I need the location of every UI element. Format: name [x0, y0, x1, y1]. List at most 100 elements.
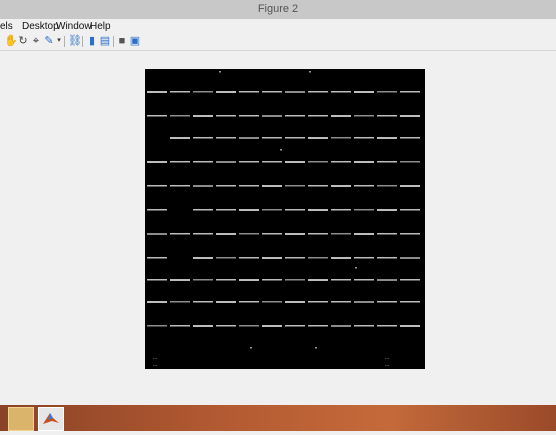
dash-segment: [377, 257, 397, 259]
link-plot-icon[interactable]: ⛓: [68, 35, 82, 47]
rotate-icon[interactable]: ↻: [17, 35, 29, 47]
dash-segment: [239, 325, 259, 327]
dash-segment: [400, 137, 420, 139]
dash-segment: [331, 233, 351, 235]
dash-segment: [400, 185, 420, 187]
dash-segment: [285, 185, 305, 187]
dash-segment: [147, 91, 167, 93]
bottom-left-text-1: ...: [153, 355, 157, 361]
dash-segment: [308, 279, 328, 281]
dash-segment: [193, 161, 213, 163]
dash-segment: [216, 325, 236, 327]
dash-segment: [285, 233, 305, 235]
dash-segment: [400, 301, 420, 303]
window-title: Figure 2: [257, 3, 299, 15]
menu-desktop[interactable]: Desktop: [22, 19, 59, 34]
dash-segment: [193, 115, 213, 117]
legend-icon[interactable]: ▤: [99, 35, 111, 47]
dash-segment: [262, 209, 282, 211]
dash-segment: [262, 91, 282, 93]
dash-segment: [262, 115, 282, 117]
dash-segment: [308, 325, 328, 327]
dash-segment: [216, 185, 236, 187]
dash-segment: [354, 233, 374, 235]
matlab-logo: [43, 413, 59, 424]
noise-pixel: [309, 71, 311, 73]
brush-icon[interactable]: ✎: [43, 35, 55, 47]
dash-segment: [193, 137, 213, 139]
pan-icon[interactable]: ✋: [4, 35, 18, 47]
dash-segment: [308, 257, 328, 259]
dash-segment: [216, 233, 236, 235]
dash-segment: [331, 209, 351, 211]
dash-segment: [216, 91, 236, 93]
hide-plot-tools-icon[interactable]: ■: [116, 35, 128, 47]
dash-segment: [308, 185, 328, 187]
menu-help[interactable]: Help: [90, 19, 111, 34]
dash-segment: [170, 279, 190, 281]
window-title-bar[interactable]: Figure 2: [0, 0, 556, 19]
dash-segment: [354, 257, 374, 259]
dash-segment: [193, 233, 213, 235]
dash-segment: [354, 301, 374, 303]
dash-segment: [308, 137, 328, 139]
dash-segment: [147, 325, 167, 327]
dash-segment: [400, 325, 420, 327]
dash-segment: [170, 233, 190, 235]
dash-segment: [239, 257, 259, 259]
matlab-icon[interactable]: [38, 407, 64, 431]
dash-segment: [239, 185, 259, 187]
bottom-left-text-2: ...: [153, 362, 157, 368]
data-cursor-icon[interactable]: ⌖: [30, 35, 42, 47]
dash-segment: [239, 279, 259, 281]
dash-segment: [239, 233, 259, 235]
dash-segment: [147, 279, 167, 281]
dash-segment: [331, 325, 351, 327]
menu-tools[interactable]: els: [0, 19, 13, 34]
dash-segment: [285, 115, 305, 117]
noise-pixel: [315, 347, 317, 349]
dash-segment: [170, 185, 190, 187]
noise-pixel: [219, 71, 221, 73]
dash-segment: [239, 115, 259, 117]
dropdown-arrow-icon[interactable]: ▾: [56, 35, 62, 47]
noise-pixel: [280, 149, 282, 151]
file-explorer-icon[interactable]: [8, 407, 34, 431]
colorbar-icon[interactable]: ▮: [86, 35, 98, 47]
dash-segment: [147, 185, 167, 187]
dash-segment: [193, 209, 213, 211]
menu-window[interactable]: Window: [56, 19, 92, 34]
dash-pattern: [147, 71, 420, 349]
dash-segment: [331, 301, 351, 303]
dash-segment: [262, 257, 282, 259]
dash-segment: [262, 279, 282, 281]
dash-segment: [331, 137, 351, 139]
dash-segment: [377, 115, 397, 117]
dash-segment: [331, 115, 351, 117]
figure-toolbar: ✋ ↻ ⌖ ✎ ▾ ⛓ ▮ ▤ ■ ▣: [0, 34, 556, 51]
dash-segment: [308, 209, 328, 211]
dash-segment: [308, 115, 328, 117]
dash-segment: [331, 279, 351, 281]
show-plot-tools-icon[interactable]: ▣: [129, 35, 141, 47]
dash-segment: [147, 257, 167, 259]
dash-segment: [377, 91, 397, 93]
bottom-right-text-2: ...: [385, 362, 389, 368]
dash-segment: [354, 115, 374, 117]
binary-image-display[interactable]: ... ... ... ...: [145, 69, 425, 369]
dash-segment: [170, 91, 190, 93]
dash-segment: [400, 233, 420, 235]
dash-segment: [377, 137, 397, 139]
dash-segment: [170, 325, 190, 327]
dash-segment: [170, 137, 190, 139]
toolbar-separator: [113, 36, 114, 47]
dash-segment: [285, 209, 305, 211]
dash-segment: [354, 161, 374, 163]
dash-segment: [147, 233, 167, 235]
dash-segment: [331, 91, 351, 93]
dash-segment: [354, 137, 374, 139]
dash-segment: [193, 325, 213, 327]
dash-segment: [400, 115, 420, 117]
dash-segment: [354, 91, 374, 93]
dash-segment: [193, 185, 213, 187]
